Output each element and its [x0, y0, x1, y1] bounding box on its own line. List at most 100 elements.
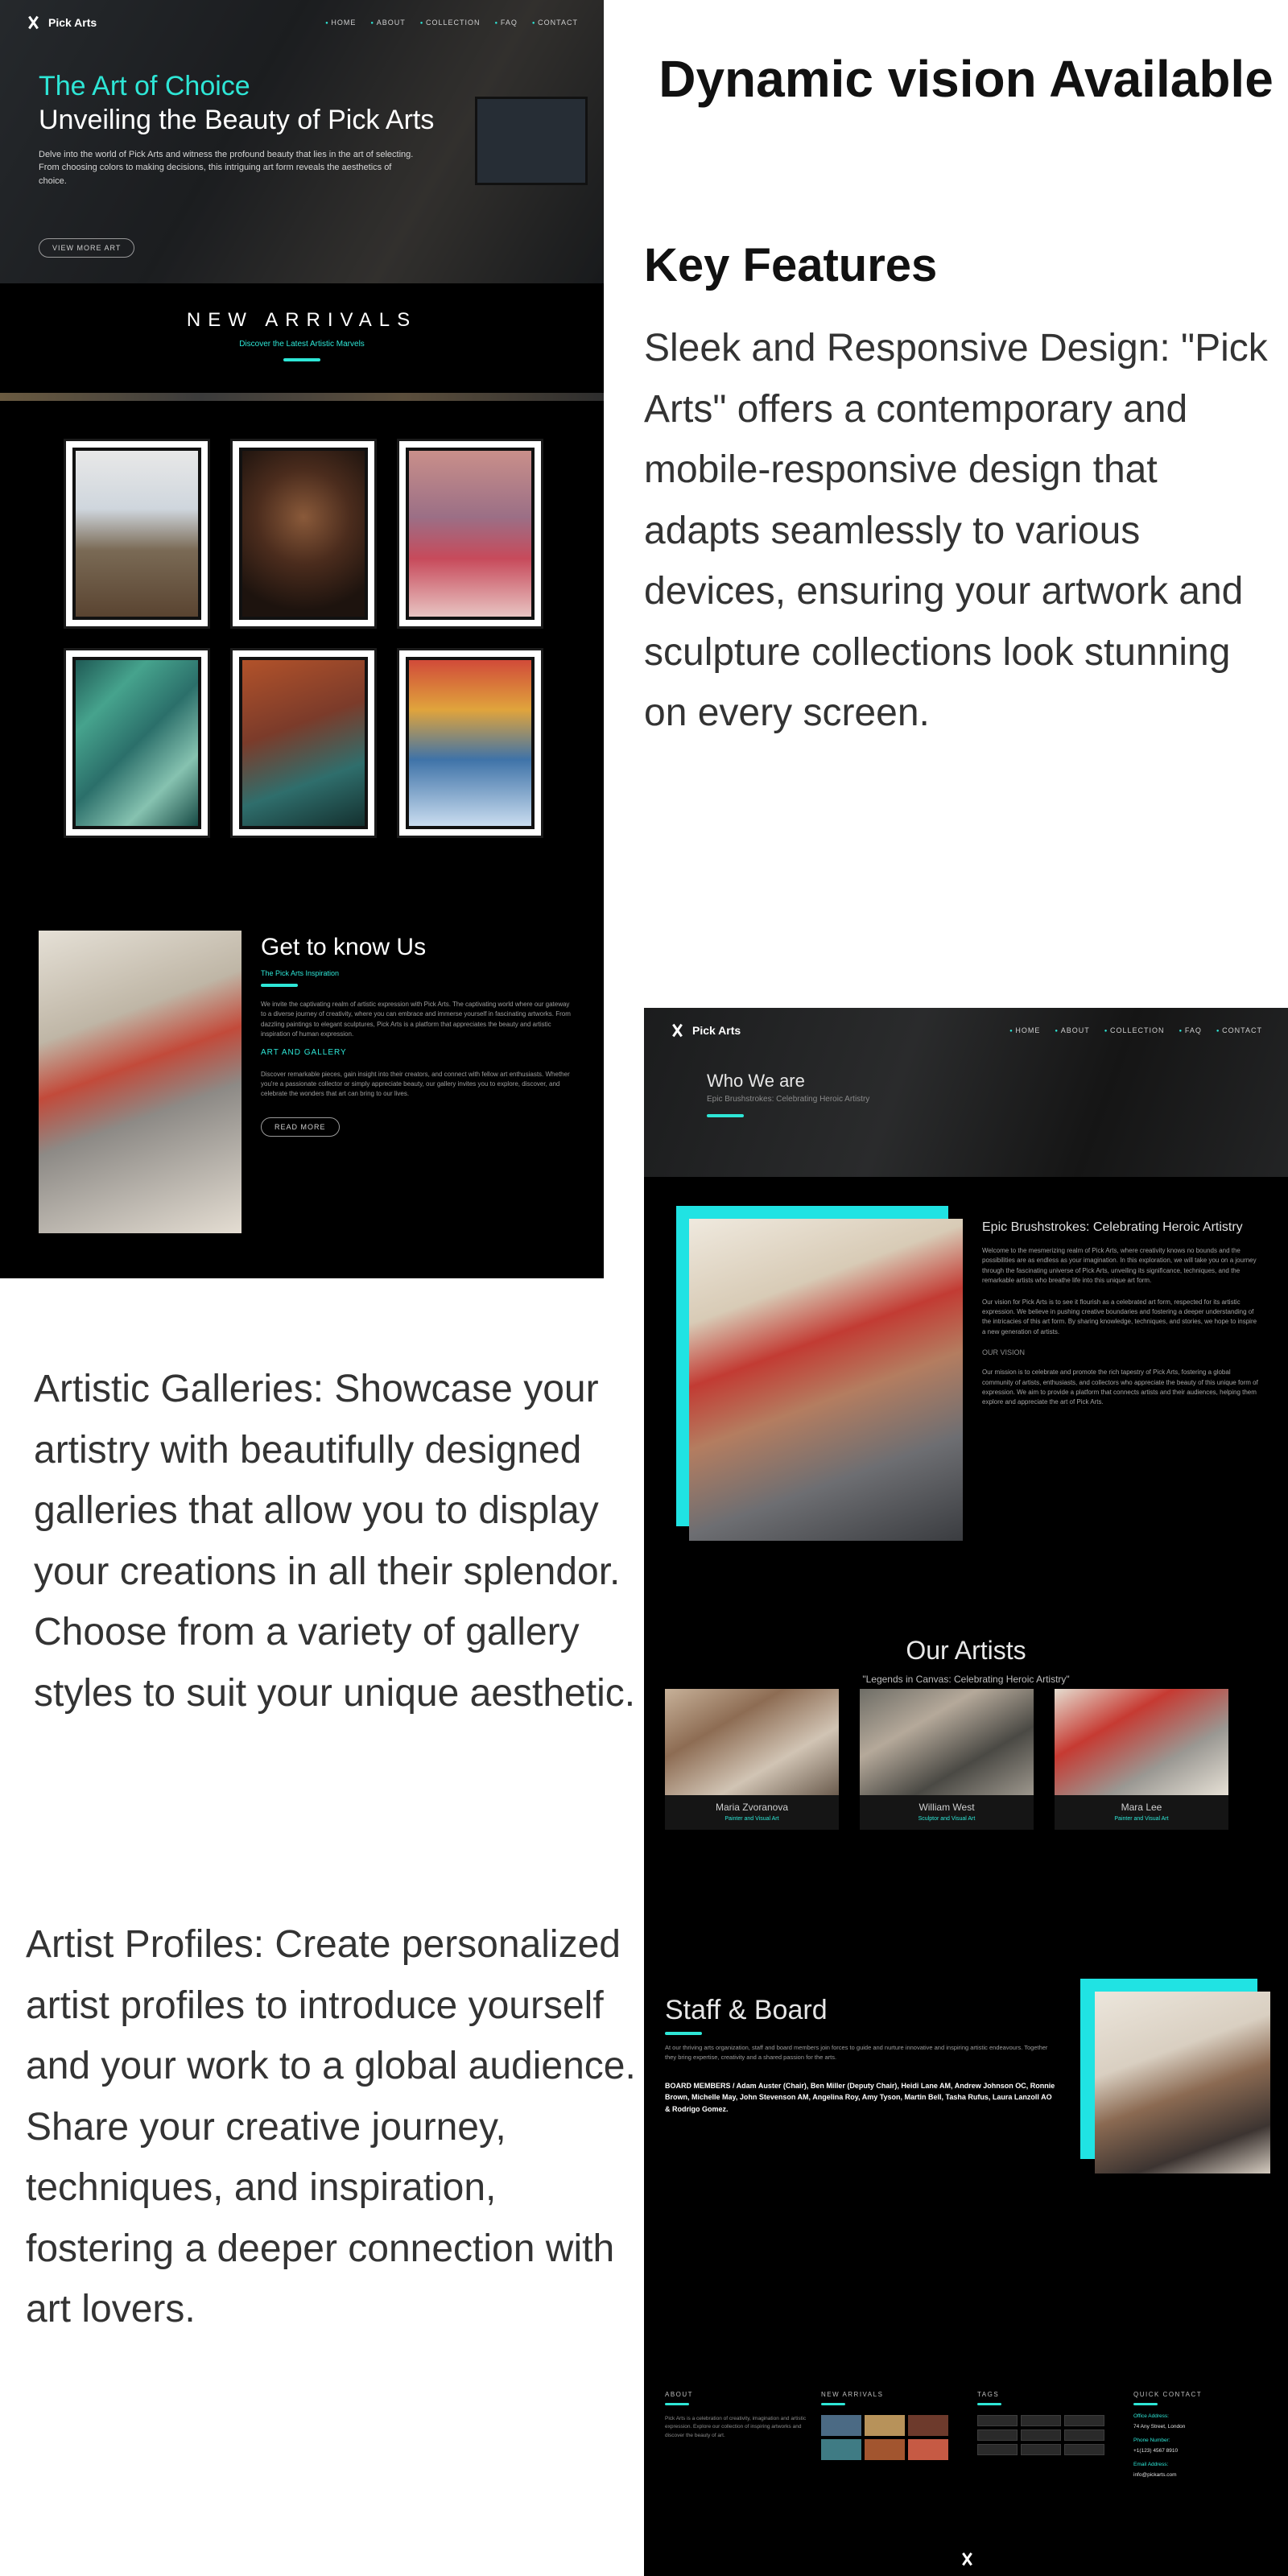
nav-about[interactable]: ABOUT: [1055, 1026, 1089, 1034]
footer-new-arrivals: NEW ARRIVALS: [821, 2391, 966, 2478]
email-value[interactable]: info@pickarts.com: [1133, 2472, 1278, 2478]
who-paragraph-1: Welcome to the mesmerizing realm of Pick…: [982, 1247, 1257, 1285]
artist-card[interactable]: Maria Zvoranova Painter and Visual Art: [665, 1689, 839, 1830]
who-we-are-text: Epic Brushstrokes: Celebrating Heroic Ar…: [982, 1220, 1261, 1408]
phone-label: Phone Number:: [1133, 2438, 1170, 2443]
artwork-frame[interactable]: [399, 441, 541, 626]
footer-logo-icon[interactable]: [960, 2552, 974, 2566]
nav-faq[interactable]: FAQ: [1179, 1026, 1202, 1034]
nav-contact[interactable]: CONTACT: [1216, 1026, 1262, 1034]
tag-chip[interactable]: [977, 2415, 1018, 2426]
artwork-image: [406, 657, 535, 829]
accent-divider: [665, 2032, 702, 2035]
artist-name: William West: [919, 1802, 975, 1813]
nav-about[interactable]: ABOUT: [370, 19, 405, 27]
hero-section: Pick Arts HOME ABOUT COLLECTION FAQ CONT…: [0, 0, 604, 283]
nav-collection[interactable]: COLLECTION: [420, 19, 481, 27]
phone-value[interactable]: +1(123) 4567 8910: [1133, 2448, 1278, 2454]
artwork-frame[interactable]: [233, 441, 374, 626]
email-label: Email Address:: [1133, 2462, 1169, 2467]
feature-artist-profiles: Artist Profiles: Create personalized art…: [26, 1923, 636, 2330]
office-label: Office Address:: [1133, 2413, 1169, 2419]
accent-divider: [261, 984, 298, 987]
hero-eyebrow: The Art of Choice: [39, 71, 250, 101]
key-features-heading: Key Features: [644, 239, 938, 291]
nav-home[interactable]: HOME: [1009, 1026, 1040, 1034]
footer-tags: TAGS: [977, 2391, 1122, 2478]
nav-contact[interactable]: CONTACT: [532, 19, 578, 27]
footer-contact-title: QUICK CONTACT: [1133, 2391, 1203, 2398]
artist-photo: [665, 1689, 839, 1795]
artist-name: Mara Lee: [1121, 1802, 1162, 1813]
tag-chip[interactable]: [977, 2444, 1018, 2455]
office-value: 74 Any Street, London: [1133, 2424, 1186, 2429]
arrival-thumbnail[interactable]: [865, 2439, 905, 2460]
page-subtitle: Epic Brushstrokes: Celebrating Heroic Ar…: [707, 1095, 870, 1104]
artwork-image: [406, 448, 535, 620]
footer-about-text: Pick Arts is a celebration of creativity…: [665, 2416, 807, 2438]
arrival-thumbnail[interactable]: [865, 2415, 905, 2436]
tag-chip[interactable]: [1064, 2429, 1104, 2441]
artwork-image: [239, 448, 368, 620]
artist-role: Painter and Visual Art: [724, 1816, 779, 1822]
nav-faq[interactable]: FAQ: [495, 19, 518, 27]
logo-icon: [670, 1023, 684, 1038]
artist-photo: [1055, 1689, 1228, 1795]
accent-divider: [1133, 2403, 1158, 2405]
artwork-frame[interactable]: [399, 650, 541, 836]
nav-home[interactable]: HOME: [325, 19, 356, 27]
artwork-grid: [66, 441, 541, 836]
tag-cloud: [977, 2415, 1122, 2455]
artist-card[interactable]: William West Sculptor and Visual Art: [860, 1689, 1034, 1830]
artist-caption: William West Sculptor and Visual Art: [860, 1795, 1034, 1830]
artwork-frame[interactable]: [66, 650, 208, 836]
tag-chip[interactable]: [1064, 2444, 1104, 2455]
arrival-thumbnail[interactable]: [908, 2439, 948, 2460]
arrival-thumbnail[interactable]: [908, 2415, 948, 2436]
tag-chip[interactable]: [1064, 2415, 1104, 2426]
view-more-button[interactable]: VIEW MORE ART: [39, 238, 135, 258]
artwork-frame[interactable]: [233, 650, 374, 836]
hero-title: Unveiling the Beauty of Pick Arts: [39, 105, 435, 135]
artwork-frame[interactable]: [66, 441, 208, 626]
page-title: Who We are: [707, 1071, 805, 1091]
footer-about-title: ABOUT: [665, 2391, 694, 2398]
footer-quick-contact: QUICK CONTACT Office Address: 74 Any Str…: [1133, 2391, 1278, 2478]
hero-gallery-image: [475, 97, 588, 185]
who-vision-heading: OUR VISION: [982, 1348, 1026, 1357]
about-section: Get to know Us The Pick Arts Inspiration…: [261, 934, 575, 1137]
brand-name: Pick Arts: [48, 16, 97, 29]
hero-description: Delve into the world of Pick Arts and wi…: [39, 149, 414, 186]
new-arrivals-header: NEW ARRIVALS Discover the Latest Artisti…: [0, 283, 604, 396]
right-website-screenshot: Pick Arts HOME ABOUT COLLECTION FAQ CONT…: [644, 1008, 1288, 2576]
artist-role: Sculptor and Visual Art: [918, 1816, 976, 1822]
staff-board-title: Staff & Board: [665, 1995, 828, 2025]
our-artists-title: Our Artists: [906, 1636, 1026, 1665]
accent-divider: [977, 2403, 1001, 2405]
artist-portrait: [689, 1219, 963, 1541]
brand-logo[interactable]: Pick Arts: [26, 15, 97, 30]
brand-logo[interactable]: Pick Arts: [670, 1023, 741, 1038]
who-paragraph-3: Our mission is to celebrate and promote …: [982, 1368, 1258, 1406]
arrival-thumbnail[interactable]: [821, 2439, 861, 2460]
read-more-button[interactable]: READ MORE: [261, 1117, 340, 1137]
artist-caption: Maria Zvoranova Painter and Visual Art: [665, 1795, 839, 1830]
tag-chip[interactable]: [977, 2429, 1018, 2441]
accent-divider: [665, 2403, 689, 2405]
new-arrivals-subtitle: Discover the Latest Artistic Marvels: [239, 340, 365, 349]
about-subtitle: The Pick Arts Inspiration: [261, 969, 340, 977]
tag-chip[interactable]: [1021, 2429, 1061, 2441]
tag-chip[interactable]: [1021, 2444, 1061, 2455]
board-members-list: BOARD MEMBERS / Adam Auster (Chair), Ben…: [665, 2082, 1055, 2113]
tag-chip[interactable]: [1021, 2415, 1061, 2426]
artwork-image: [72, 448, 201, 620]
arrival-thumbnail[interactable]: [821, 2415, 861, 2436]
nav-menu: HOME ABOUT COLLECTION FAQ CONTACT: [325, 19, 578, 27]
feature-responsive-design: Sleek and Responsive Design: "Pick Arts"…: [644, 327, 1268, 734]
divider-strip: [0, 393, 604, 401]
about-paragraph: We invite the captivating realm of artis…: [261, 1001, 571, 1038]
artist-caption: Mara Lee Painter and Visual Art: [1055, 1795, 1228, 1830]
nav-collection[interactable]: COLLECTION: [1104, 1026, 1165, 1034]
footer-about: ABOUT Pick Arts is a celebration of crea…: [665, 2391, 810, 2478]
artist-card[interactable]: Mara Lee Painter and Visual Art: [1055, 1689, 1228, 1830]
